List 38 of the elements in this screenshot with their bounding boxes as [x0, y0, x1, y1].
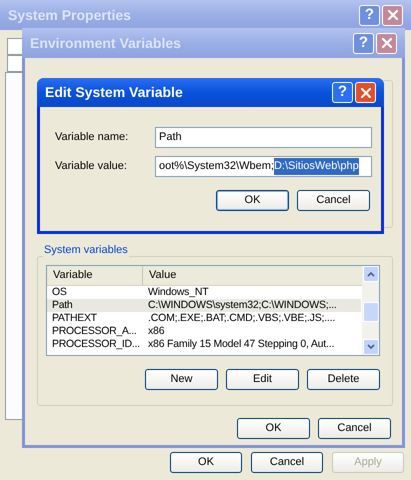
input-field[interactable]: Path — [155, 127, 372, 148]
dialog-button[interactable]: OK — [216, 190, 289, 211]
list-row[interactable]: Path C:\WINDOWS\system32;C:\WINDOWS;... — [47, 299, 361, 312]
close-icon[interactable] — [388, 10, 398, 20]
column-header[interactable]: Variable — [47, 266, 143, 285]
dialog-button[interactable]: OK — [237, 418, 310, 439]
dialog-button[interactable]: New — [145, 369, 218, 390]
close-icon[interactable] — [360, 88, 370, 98]
dialog-button[interactable]: Cancel — [251, 452, 323, 473]
field-label: Variable name: — [55, 130, 130, 146]
list-cell-text: PROCESSOR_ID... — [51, 338, 141, 351]
window-title: System Properties — [8, 6, 132, 25]
list-cell-text: x86 Family 15 Model 47 Stepping 0, Aut... — [147, 338, 334, 351]
list-cell-text: OS — [51, 286, 68, 299]
list-cell-text: Windows_NT — [147, 286, 208, 299]
close-button[interactable] — [382, 4, 403, 26]
window-title: Edit System Variable — [45, 83, 184, 102]
help-button[interactable]: ? — [332, 82, 353, 103]
list-cell-text: PROCESSOR_A... — [51, 325, 138, 338]
scroll-thumb[interactable] — [362, 302, 378, 322]
input-field[interactable]: oot%\System32\Wbem;D:\SitiosWeb\php — [155, 156, 372, 177]
field-label: Variable value: — [55, 159, 128, 174]
list-cell-text: Path — [51, 299, 74, 312]
list-cell-text: PATHEXT — [51, 312, 98, 325]
group-label: System variables — [43, 243, 129, 257]
list-cell-text: C:\WINDOWS\system32;C:\WINDOWS;... — [147, 299, 337, 312]
window-title: Environment Variables — [30, 34, 182, 52]
close-button[interactable] — [355, 82, 376, 103]
dialog-button[interactable]: OK — [170, 452, 242, 473]
dialog-button[interactable]: Cancel — [297, 190, 370, 211]
dialog-button[interactable]: Edit — [226, 369, 299, 390]
dialog-button[interactable]: Delete — [307, 369, 380, 390]
dialog-button[interactable]: Cancel — [318, 418, 391, 439]
close-button[interactable] — [376, 32, 397, 54]
scrollbar[interactable] — [362, 266, 379, 355]
list-cell-text: x86 — [147, 325, 164, 338]
list-cell-text: .COM;.EXE;.BAT;.CMD;.VBS;.VBE;.JS;.... — [147, 312, 336, 325]
close-icon[interactable] — [382, 38, 392, 48]
